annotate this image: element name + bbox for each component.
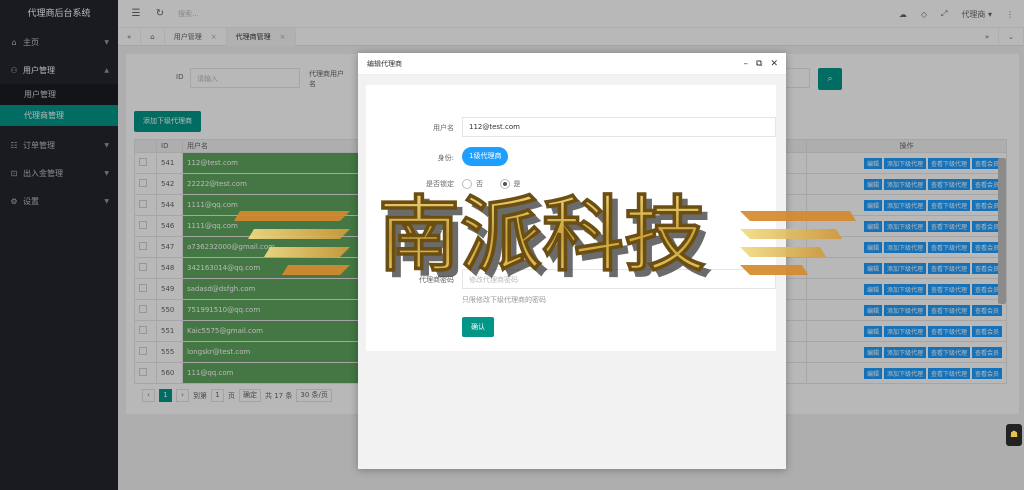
username-label: 用户名: [433, 124, 454, 132]
modal-controls: – ⧉ ✕: [744, 53, 778, 75]
identity-label: 身份:: [437, 154, 454, 162]
minimize-icon[interactable]: –: [744, 53, 749, 75]
password-hint: 只限修改下级代理商的密码: [462, 296, 546, 304]
watermark-text: 南派科技: [378, 188, 706, 283]
assistant-icon[interactable]: ☗: [1006, 424, 1022, 446]
identity-badge: 1级代理商: [462, 147, 509, 166]
username-field[interactable]: 112@test.com: [462, 117, 776, 137]
maximize-icon[interactable]: ⧉: [756, 53, 762, 75]
left-wing-icon: [234, 211, 350, 275]
watermark-logo: 南派科技 南派科技: [234, 188, 856, 283]
modal-header: 编辑代理商 – ⧉ ✕: [358, 53, 786, 75]
modal-title: 编辑代理商: [367, 60, 402, 68]
confirm-button[interactable]: 确认: [462, 317, 494, 337]
right-wing-icon: [740, 211, 856, 275]
close-icon[interactable]: ✕: [770, 53, 778, 75]
